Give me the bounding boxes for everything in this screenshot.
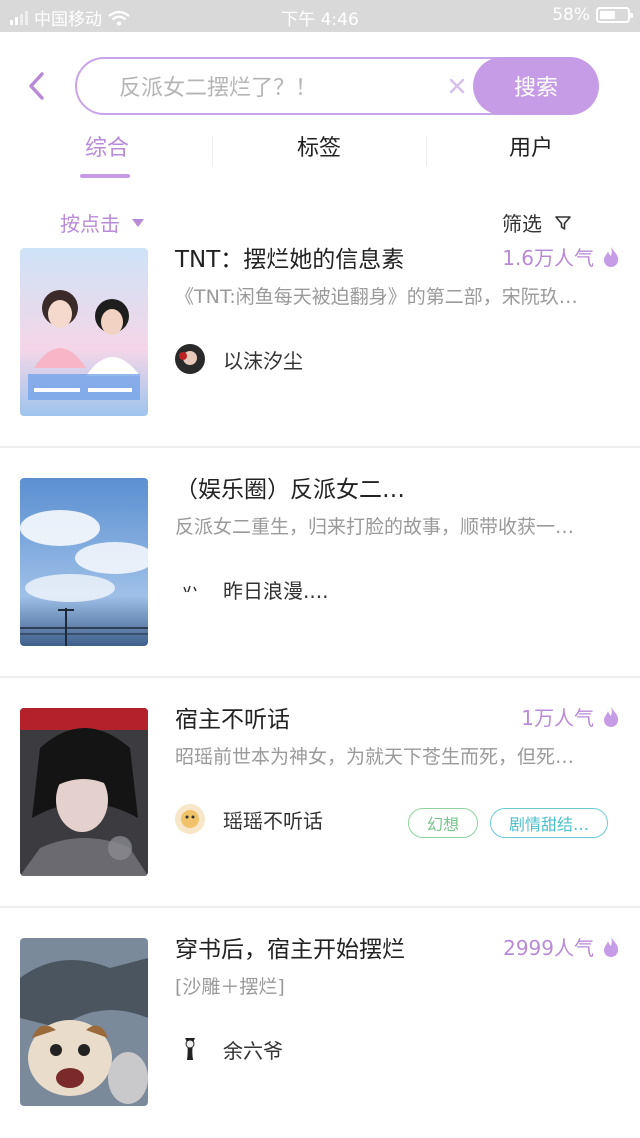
author-row[interactable]: 余六爷	[175, 1034, 283, 1064]
result-item[interactable]: 宿主不听话 1万人气 昭瑶前世本为神女，为就天下苍生而死，但死… 瑶瑶不听话 幻…	[0, 690, 640, 920]
author-row[interactable]: 以沫汐尘	[175, 344, 303, 374]
status-bar: 中国移动 下午 4:46 58%	[0, 0, 640, 32]
book-cover	[20, 248, 148, 416]
tab-tags[interactable]: 标签	[212, 130, 426, 162]
search-input[interactable]	[119, 69, 429, 103]
author-row[interactable]: 瑶瑶不听话	[175, 804, 323, 834]
book-cover	[20, 938, 148, 1106]
book-description: 反派女二重生，归来打脸的故事，顺带收获一…	[175, 516, 575, 538]
battery-icon	[596, 7, 633, 23]
author-name: 瑶瑶不听话	[223, 808, 323, 833]
flame-icon	[604, 936, 619, 957]
back-chevron-icon[interactable]	[22, 68, 52, 104]
tab-users[interactable]: 用户	[424, 130, 638, 162]
popularity-count: 2999人气	[503, 936, 594, 960]
book-cover	[20, 708, 148, 876]
result-tabs: 综合 标签 用户	[0, 122, 640, 182]
book-description: 《TNT:闲鱼每天被迫翻身》的第二部，宋阮玖…	[175, 286, 578, 308]
divider	[0, 676, 640, 678]
tag-chip[interactable]: 剧情甜结…	[489, 808, 608, 838]
book-title: 宿主不听话	[175, 707, 290, 733]
author-name: 以沫汐尘	[223, 348, 303, 373]
divider	[0, 906, 640, 908]
flame-icon	[604, 246, 619, 267]
clock: 下午 4:46	[281, 10, 359, 30]
avatar	[175, 344, 205, 374]
battery-percent: 58%	[552, 5, 590, 25]
avatar	[175, 1034, 205, 1064]
search-button[interactable]: 搜索	[473, 57, 599, 115]
book-cover	[20, 478, 148, 646]
result-item[interactable]: 穿书后，宿主开始摆烂 2999人气 [沙雕＋摆烂] 余六爷	[0, 920, 640, 1138]
popularity: 2999人气	[503, 932, 620, 961]
author-name: 昨日浪漫....	[223, 578, 329, 603]
search-box: 搜索	[75, 57, 599, 115]
active-tab-indicator	[80, 174, 130, 178]
popularity-count: 1万人气	[521, 706, 594, 730]
divider	[0, 446, 640, 448]
avatar	[175, 574, 205, 604]
filter-funnel-icon	[555, 215, 571, 230]
popularity-count: 1.6万人气	[502, 246, 594, 270]
status-right: 58%	[552, 5, 633, 25]
result-item[interactable]: TNT：摆烂她的信息素 1.6万人气 《TNT:闲鱼每天被迫翻身》的第二部，宋阮…	[0, 230, 640, 460]
flame-icon	[604, 706, 619, 727]
book-title: 穿书后，宿主开始摆烂	[175, 937, 405, 963]
tab-overall[interactable]: 综合	[0, 130, 214, 162]
clear-x-icon[interactable]	[443, 72, 471, 100]
tag-list: 幻想 剧情甜结…	[407, 808, 608, 838]
result-item[interactable]: （娱乐圈）反派女二… 反派女二重生，归来打脸的故事，顺带收获一… 昨日浪漫...…	[0, 460, 640, 690]
author-row[interactable]: 昨日浪漫....	[175, 574, 328, 604]
popularity: 1万人气	[521, 702, 620, 731]
search-results-page: 中国移动 下午 4:46 58% 搜索 综合 标签 用户	[0, 0, 640, 1138]
book-description: [沙雕＋摆烂]	[175, 976, 285, 998]
tag-chip[interactable]: 幻想	[407, 808, 478, 838]
avatar	[175, 804, 205, 834]
book-description: 昭瑶前世本为神女，为就天下苍生而死，但死…	[175, 746, 575, 768]
caret-down-icon	[132, 218, 144, 227]
popularity: 1.6万人气	[502, 242, 620, 271]
author-name: 余六爷	[223, 1038, 283, 1063]
book-title: TNT：摆烂她的信息素	[175, 247, 405, 273]
book-title: （娱乐圈）反派女二…	[175, 477, 405, 503]
